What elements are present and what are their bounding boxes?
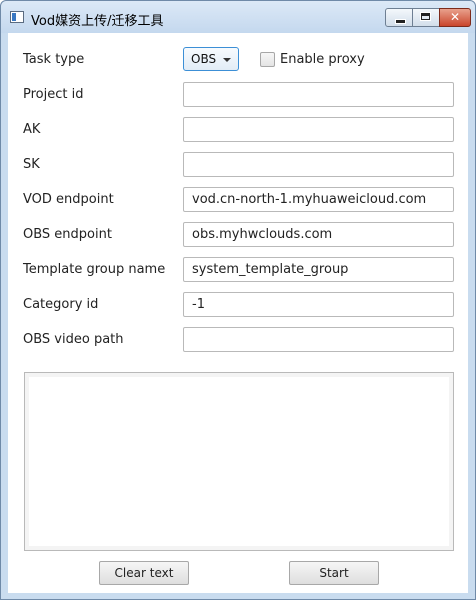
minimize-icon <box>395 19 406 24</box>
window-controls: ✕ <box>385 8 471 28</box>
template-group-name-label: Template group name <box>23 262 166 277</box>
form-panel: Task type OBS Enable proxy Project id AK… <box>8 33 468 593</box>
enable-proxy-checkbox[interactable] <box>260 52 275 67</box>
close-button[interactable]: ✕ <box>439 8 471 27</box>
obs-video-path-field[interactable] <box>183 327 454 352</box>
template-group-name-field[interactable]: system_template_group <box>183 257 454 282</box>
task-type-selected-value: OBS <box>191 52 217 66</box>
title-bar[interactable]: Vod媒资上传/迁移工具 ✕ <box>1 1 475 33</box>
start-button[interactable]: Start <box>289 561 379 585</box>
maximize-icon <box>420 12 431 21</box>
app-icon <box>10 11 24 23</box>
category-id-label: Category id <box>23 297 99 312</box>
category-id-field[interactable]: -1 <box>183 292 454 317</box>
chevron-down-icon <box>223 58 231 62</box>
task-type-dropdown[interactable]: OBS <box>183 47 239 71</box>
obs-video-path-label: OBS video path <box>23 332 124 347</box>
clear-text-button[interactable]: Clear text <box>99 561 189 585</box>
maximize-button[interactable] <box>412 8 440 27</box>
vod-endpoint-field[interactable]: vod.cn-north-1.myhuaweicloud.com <box>183 187 454 212</box>
sk-field[interactable] <box>183 152 454 177</box>
ak-field[interactable] <box>183 117 454 142</box>
obs-endpoint-label: OBS endpoint <box>23 227 112 242</box>
obs-endpoint-field[interactable]: obs.myhwclouds.com <box>183 222 454 247</box>
project-id-label: Project id <box>23 87 84 102</box>
minimize-button[interactable] <box>385 8 413 27</box>
window-title: Vod媒资上传/迁移工具 <box>31 14 164 29</box>
output-textarea[interactable] <box>24 372 454 551</box>
sk-label: SK <box>23 157 40 172</box>
app-window: Vod媒资上传/迁移工具 ✕ Task type OBS Enable prox… <box>0 0 476 600</box>
vod-endpoint-label: VOD endpoint <box>23 192 114 207</box>
task-type-label: Task type <box>23 52 85 67</box>
ak-label: AK <box>23 122 41 137</box>
project-id-field[interactable] <box>183 82 454 107</box>
close-icon: ✕ <box>449 10 461 24</box>
enable-proxy-label[interactable]: Enable proxy <box>280 52 365 68</box>
